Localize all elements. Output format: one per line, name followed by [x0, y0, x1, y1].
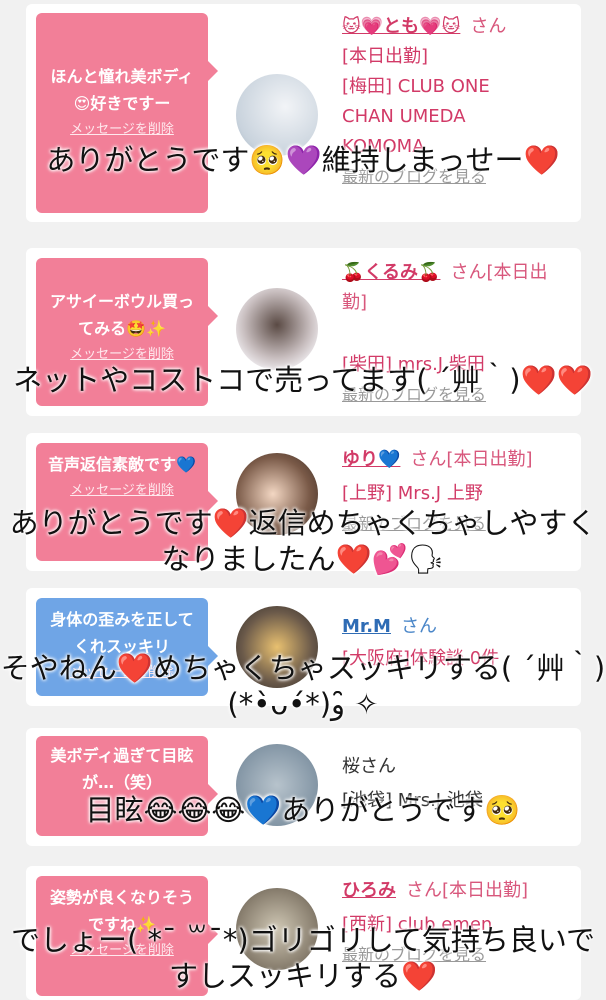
avatar[interactable]	[236, 288, 318, 370]
san-label: さん	[470, 16, 507, 37]
message-card: 美ボディ過ぎて目眩が…（笑） 桜さん [池袋] Mrs.J 池袋	[26, 728, 581, 846]
status-label: [本日出勤]	[342, 46, 429, 67]
overlay-caption: でしょー( *¯ ꒳¯*)ゴリゴリして気持ち良いですしスッキリする❤️	[11, 923, 595, 993]
cast-name[interactable]: 桜さん	[342, 752, 567, 782]
cast-name-link[interactable]: 🍒くるみ🍒	[342, 262, 440, 283]
overlay-caption: ありがとうです❤️返信めちゃくちゃしやすくなりましたん❤️💕🗣	[9, 506, 597, 576]
message-text: アサイーボウル買ってみる🤩✨	[49, 292, 194, 338]
san-label: さん[本日出勤]	[410, 449, 533, 470]
shop-line: [梅田] CLUB ONE	[342, 76, 490, 97]
cast-name-link[interactable]: 🐱💗とも💗🐱	[342, 16, 460, 37]
overlay-caption: 目眩😂😂😂💙ありがとうです🥺	[85, 793, 521, 827]
delete-message-link[interactable]: メッセージを削除	[48, 482, 196, 500]
message-text: ほんと憧れ美ボディ😍好きですー	[50, 67, 194, 113]
shop-line: CHAN UMEDA	[342, 106, 466, 127]
message-text: 音声返信素敵です💙	[48, 455, 196, 474]
message-card: ほんと憧れ美ボディ😍好きですー メッセージを削除 🐱💗とも💗🐱 さん [本日出勤]…	[26, 4, 581, 222]
san-label: さん	[400, 616, 437, 637]
cast-name-link[interactable]: Mr.M	[342, 616, 391, 637]
delete-message-link[interactable]: メッセージを削除	[48, 121, 196, 139]
cast-name-link[interactable]: ひろみ	[342, 880, 396, 901]
overlay-caption: ありがとうです🥺💜維持しまっせー❤️	[46, 143, 560, 177]
cast-name-link[interactable]: ゆり💙	[342, 449, 400, 470]
message-text: 美ボディ過ぎて目眩が…（笑）	[50, 746, 194, 792]
overlay-caption: ネットやコストコで売ってます( ´艸｀)❤️❤️	[13, 363, 593, 397]
message-bubble: ほんと憧れ美ボディ😍好きですー メッセージを削除	[36, 13, 218, 213]
overlay-caption: そやねん❤️めちゃくちゃスッキリする( ´艸｀)(*•̀ᴗ•́*)و ̑̑✧	[0, 651, 606, 721]
san-label: さん[本日出勤]	[406, 880, 529, 901]
